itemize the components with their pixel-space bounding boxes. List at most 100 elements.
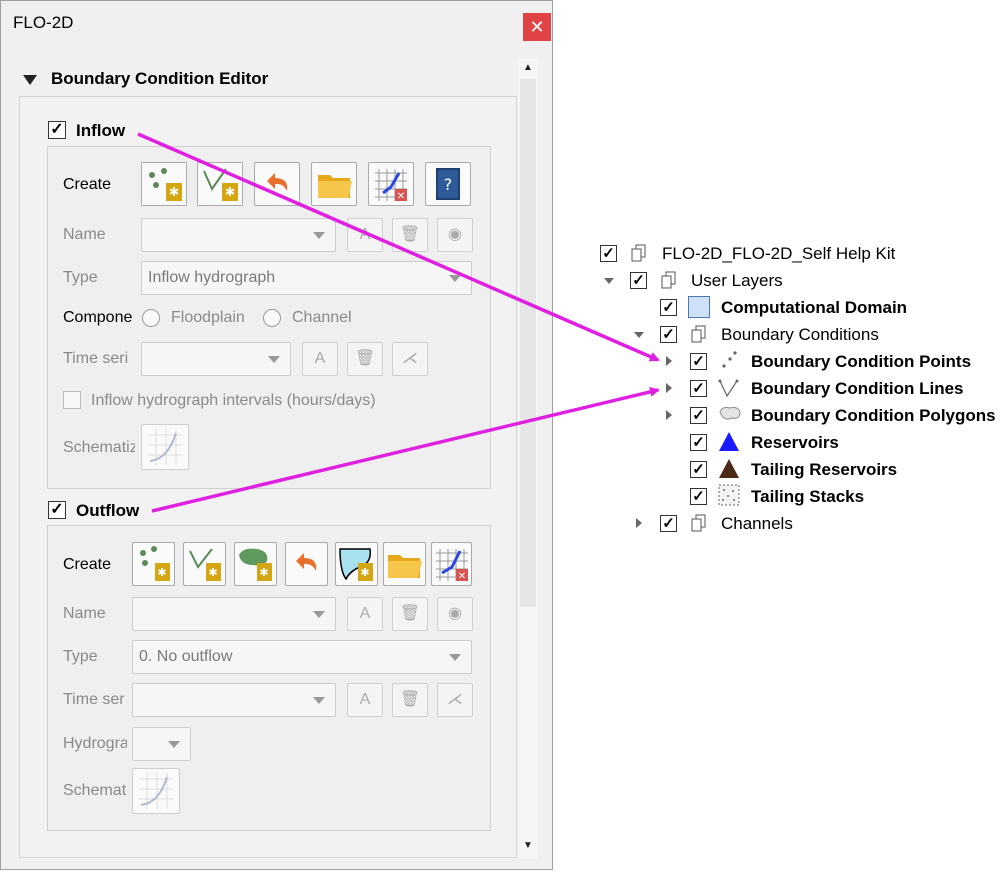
bc-lines-label[interactable]: Boundary Condition Lines	[751, 379, 964, 405]
outflow-plot-button[interactable]	[132, 768, 180, 814]
bc-points-checkbox[interactable]: ✓	[690, 353, 707, 370]
polygon-symbol-icon	[688, 296, 710, 318]
boundary-conditions-checkbox[interactable]: ✓	[660, 326, 677, 343]
expand-down-icon[interactable]	[634, 332, 644, 338]
svg-text:✱: ✱	[225, 185, 235, 199]
help-button[interactable]: ?	[425, 162, 471, 206]
polygon-bc-icon: ✱	[239, 548, 272, 581]
outflow-type-combo[interactable]: 0. No outflow	[132, 640, 472, 674]
svg-text:✱: ✱	[360, 566, 369, 579]
delete-series-icon[interactable]: 🗑	[347, 342, 383, 376]
tailing-stacks-label[interactable]: Tailing Stacks	[751, 487, 864, 513]
outflow-undo-button[interactable]	[285, 542, 328, 586]
open-folder-button[interactable]	[311, 162, 357, 206]
outflow-delete-icon[interactable]: 🗑	[392, 597, 428, 631]
tailing-reservoirs-label[interactable]: Tailing Reservoirs	[751, 460, 897, 486]
outflow-checkbox[interactable]: ✓	[48, 501, 66, 519]
inflow-time-series-combo[interactable]	[141, 342, 291, 376]
reservoir-triangle-icon	[719, 432, 739, 451]
channels-checkbox[interactable]: ✓	[660, 515, 677, 532]
bc-polygons-label[interactable]: Boundary Condition Polygons	[751, 406, 996, 432]
intervals-label: Inflow hydrograph intervals (hours/days)	[91, 392, 376, 409]
outflow-time-series-combo[interactable]	[132, 683, 336, 717]
point-bc-icon: ✱	[149, 168, 182, 201]
expand-right-icon[interactable]	[636, 518, 642, 528]
scroll-up-icon[interactable]: ▲	[518, 59, 538, 77]
stipple-square-icon	[718, 484, 740, 506]
outflow-eye-icon[interactable]: ◉	[437, 597, 473, 631]
outflow-rename-icon[interactable]: A	[347, 597, 383, 631]
plot-icon	[139, 773, 173, 809]
user-layers-label[interactable]: User Layers	[691, 271, 783, 297]
close-button[interactable]: ✕	[523, 13, 551, 41]
channels-label[interactable]: Channels	[721, 514, 793, 540]
outflow-delete-series-icon[interactable]: 🗑	[392, 683, 428, 717]
layer-group-icon	[661, 271, 676, 289]
plot-icon	[148, 429, 182, 465]
outflow-rename-series-icon[interactable]: A	[347, 683, 383, 717]
lines-symbol-icon	[718, 379, 739, 398]
outflow-name-combo[interactable]	[132, 597, 336, 631]
expand-right-icon[interactable]	[666, 383, 672, 393]
rename-series-icon[interactable]: A	[302, 342, 338, 376]
outflow-add-series-icon[interactable]: ⋌	[437, 683, 473, 717]
scroll-down-icon[interactable]: ▼	[518, 837, 538, 855]
scrollbar-thumb[interactable]	[520, 79, 536, 607]
user-layers-checkbox[interactable]: ✓	[630, 272, 647, 289]
bc-points-label[interactable]: Boundary Condition Points	[751, 352, 971, 378]
svg-text:✱: ✱	[157, 566, 166, 579]
add-series-icon[interactable]: ⋌	[392, 342, 428, 376]
expand-down-icon[interactable]	[604, 278, 614, 284]
root-layer-checkbox[interactable]: ✓	[600, 245, 617, 262]
bc-lines-checkbox[interactable]: ✓	[690, 380, 707, 397]
outflow-type-label: Type	[63, 648, 98, 665]
root-layer-label[interactable]: FLO-2D_FLO-2D_Self Help Kit	[662, 244, 895, 270]
folder-icon	[388, 555, 422, 578]
floodplain-radio[interactable]	[142, 309, 160, 327]
channel-radio[interactable]	[263, 309, 281, 327]
collapse-arrow-icon[interactable]	[23, 75, 37, 85]
floodplain-label: Floodplain	[171, 309, 245, 326]
rename-icon[interactable]: A	[347, 218, 383, 252]
inflow-type-combo[interactable]: Inflow hydrograph	[141, 261, 472, 295]
intervals-checkbox[interactable]	[63, 391, 81, 409]
bc-polygons-checkbox[interactable]: ✓	[690, 407, 707, 424]
inflow-type-label: Type	[63, 269, 98, 286]
inflow-checkbox[interactable]: ✓	[48, 121, 66, 139]
add-point-bc-button[interactable]: ✱	[141, 162, 187, 206]
reservoirs-label[interactable]: Reservoirs	[751, 433, 839, 459]
svg-text:✕: ✕	[458, 571, 466, 582]
delete-icon[interactable]: 🗑	[392, 218, 428, 252]
outflow-time-series-label: Time ser	[63, 691, 125, 708]
eye-icon[interactable]: ◉	[437, 218, 473, 252]
undo-button[interactable]	[254, 162, 300, 206]
folder-icon	[318, 175, 352, 198]
expand-right-icon[interactable]	[666, 410, 672, 420]
outflow-type-value: 0. No outflow	[139, 648, 233, 665]
tailing-reservoirs-checkbox[interactable]: ✓	[690, 461, 707, 478]
outflow-label: Outflow	[76, 501, 140, 520]
boundary-conditions-label[interactable]: Boundary Conditions	[721, 325, 879, 351]
inflow-plot-button[interactable]	[141, 424, 189, 470]
schematize-button[interactable]: ✕	[368, 162, 414, 206]
svg-text:?: ?	[444, 175, 453, 194]
svg-text:✱: ✱	[169, 185, 179, 199]
add-outflow-line-button[interactable]: ✱	[183, 542, 226, 586]
add-outflow-point-button[interactable]: ✱	[132, 542, 175, 586]
outflow-open-folder-button[interactable]	[383, 542, 426, 586]
grid-schematize-icon: ✕	[375, 169, 407, 202]
inflow-label: Inflow	[76, 121, 126, 140]
inflow-name-combo[interactable]	[141, 218, 336, 252]
hydrograph-combo[interactable]	[132, 727, 191, 761]
outflow-region-button[interactable]: ✱	[335, 542, 378, 586]
computational-domain-label[interactable]: Computational Domain	[721, 298, 907, 324]
outflow-schematize-button[interactable]: ✕	[431, 542, 472, 586]
add-line-bc-button[interactable]: ✱	[197, 162, 243, 206]
computational-domain-checkbox[interactable]: ✓	[660, 299, 677, 316]
expand-right-icon[interactable]	[666, 356, 672, 366]
reservoirs-checkbox[interactable]: ✓	[690, 434, 707, 451]
add-outflow-polygon-button[interactable]: ✱	[234, 542, 277, 586]
tailing-stacks-checkbox[interactable]: ✓	[690, 488, 707, 505]
component-label: Compone	[63, 309, 133, 326]
layer-tree: ✓ FLO-2D_FLO-2D_Self Help Kit ✓ User Lay…	[590, 238, 1007, 538]
